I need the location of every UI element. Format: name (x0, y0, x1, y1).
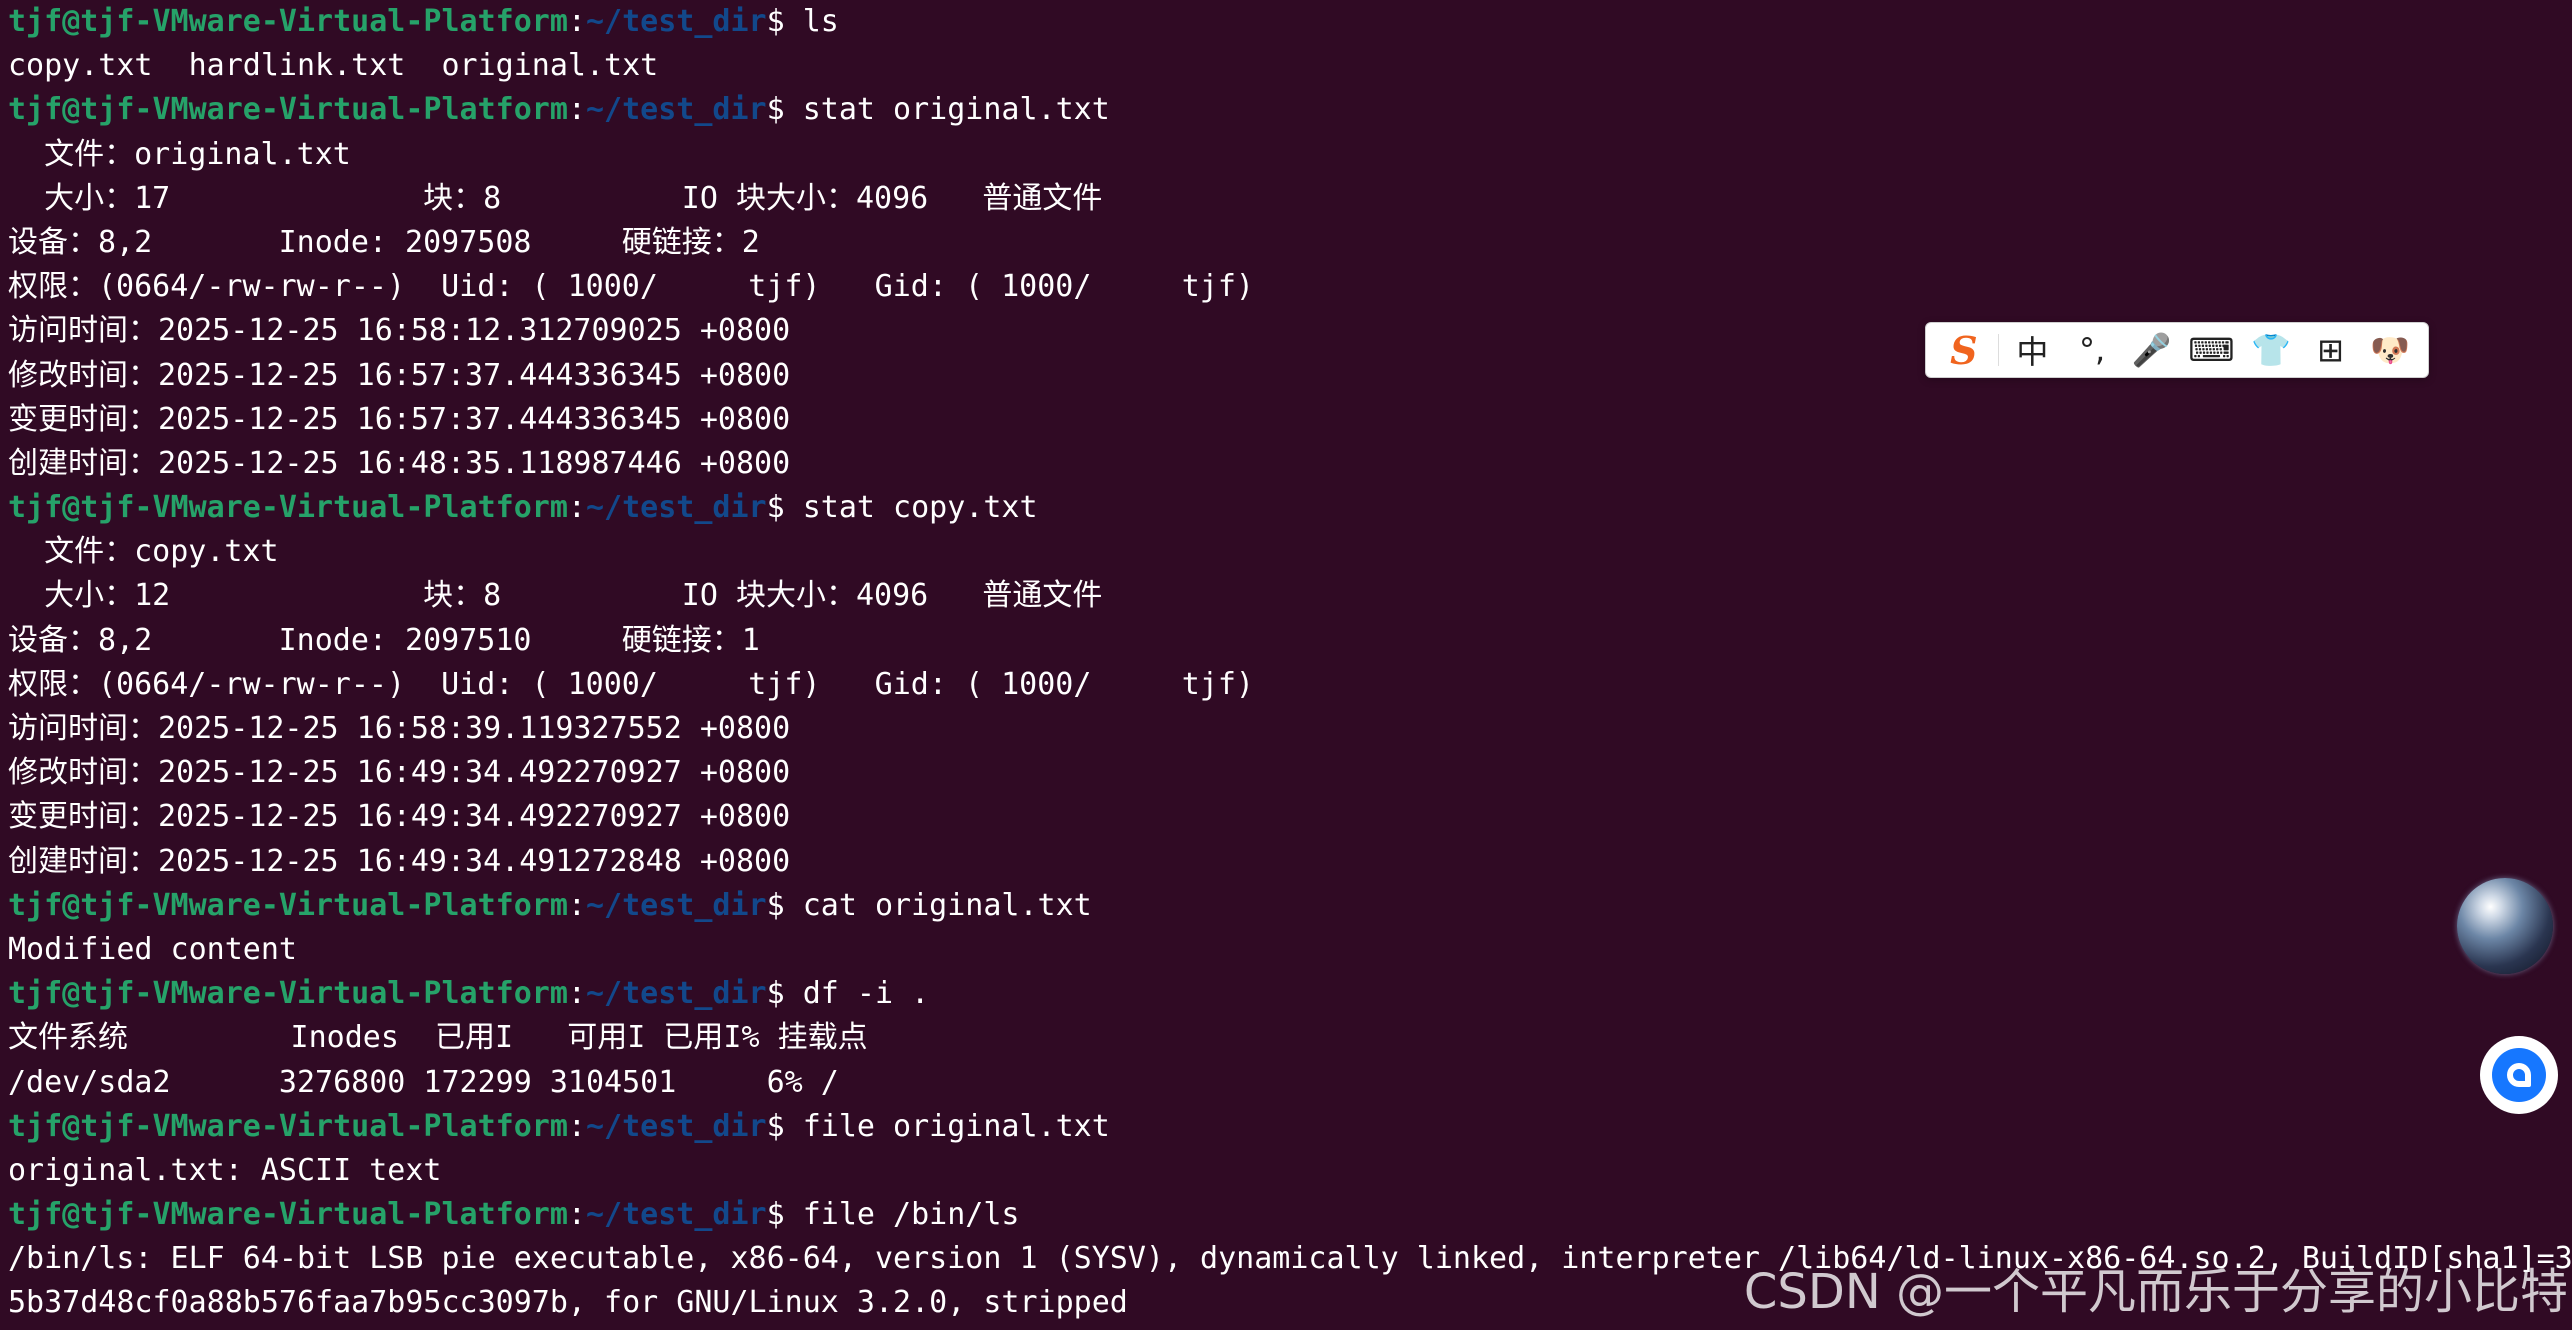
prompt-colon: : (567, 887, 586, 923)
avatar-mascot-icon[interactable]: 🐶 (2360, 325, 2420, 375)
prompt-user: tjf@tjf-VMware-Virtual-Platform (8, 887, 568, 923)
output-line: 变更时间：2025-12-25 16:57:37.444336345 +0800 (8, 401, 791, 437)
ime-toolbar: S 中 °, 🎤 ⌨ 👕 ⊞ 🐶 (1925, 322, 2429, 378)
prompt-path: ~/test_dir (585, 4, 767, 39)
toolbox-grid-icon[interactable]: ⊞ (2301, 325, 2361, 375)
output-line: Modified content (8, 931, 297, 967)
csdn-watermark: CSDN @一个平凡而乐于分享的小比特 (1743, 1264, 2568, 1320)
output-line: 修改时间：2025-12-25 16:49:34.492270927 +0800 (8, 755, 791, 791)
prompt-path: ~/test_dir (585, 490, 767, 526)
chinese-mode-button-glyph: 中 (2016, 333, 2049, 371)
prompt-colon: : (567, 976, 586, 1012)
prompt-user: tjf@tjf-VMware-Virtual-Platform (8, 4, 568, 39)
prompt-path: ~/test_dir (585, 1197, 767, 1233)
prompt-path: ~/test_dir (585, 1108, 767, 1144)
command-text: df -i . (802, 976, 930, 1012)
output-line: 文件系统 Inodes 已用I 可用I 已用I% 挂载点 (8, 1020, 868, 1056)
prompt-line: tjf@tjf-VMware-Virtual-Platform:~/test_d… (0, 88, 2572, 132)
chat-bubble-icon (2492, 1048, 2546, 1102)
keyboard-icon[interactable]: ⌨ (2181, 325, 2241, 375)
prompt-colon: : (567, 1108, 586, 1144)
prompt-dollar: $ (766, 490, 803, 526)
prompt-user: tjf@tjf-VMware-Virtual-Platform (8, 1108, 568, 1144)
output-line: 设备：8,2 Inode: 2097510 硬链接：1 (8, 622, 760, 658)
prompt-line: tjf@tjf-VMware-Virtual-Platform:~/test_d… (0, 884, 2572, 928)
output-line: 访问时间：2025-12-25 16:58:39.119327552 +0800 (8, 711, 791, 746)
prompt-user: tjf@tjf-VMware-Virtual-Platform (8, 92, 568, 128)
prompt-dollar: $ (766, 4, 803, 39)
prompt-path: ~/test_dir (585, 976, 767, 1012)
prompt-dollar: $ (766, 1108, 803, 1144)
prompt-colon: : (567, 4, 586, 39)
prompt-line: tjf@tjf-VMware-Virtual-Platform:~/test_d… (0, 972, 2572, 1016)
command-text: ls (802, 4, 839, 39)
prompt-line: tjf@tjf-VMware-Virtual-Platform:~/test_d… (0, 0, 2572, 44)
prompt-colon: : (567, 490, 586, 526)
command-text: file original.txt (802, 1108, 1110, 1144)
output-line: 文件：original.txt (8, 136, 351, 172)
prompt-dollar: $ (766, 976, 803, 1012)
prompt-user: tjf@tjf-VMware-Virtual-Platform (8, 1197, 568, 1233)
prompt-dollar: $ (766, 887, 803, 923)
sogou-logo-icon-glyph: S (1950, 327, 1978, 373)
command-text: stat original.txt (802, 92, 1110, 128)
output-line: 文件：copy.txt (8, 534, 279, 570)
prompt-dollar: $ (766, 92, 803, 128)
keyboard-icon-glyph: ⌨ (2188, 331, 2235, 369)
command-text: file /bin/ls (802, 1197, 1020, 1233)
prompt-colon: : (567, 1197, 586, 1233)
output-line: copy.txt hardlink.txt original.txt (8, 48, 659, 84)
prompt-user: tjf@tjf-VMware-Virtual-Platform (8, 976, 568, 1012)
punctuation-mode-icon-glyph: °, (2078, 331, 2106, 369)
skin-shirt-icon[interactable]: 👕 (2241, 325, 2301, 375)
sogou-logo-icon[interactable]: S (1934, 325, 1994, 375)
prompt-line: tjf@tjf-VMware-Virtual-Platform:~/test_d… (0, 1193, 2572, 1237)
microphone-icon[interactable]: 🎤 (2122, 325, 2182, 375)
output-line: 权限：(0664/-rw-rw-r--) Uid: ( 1000/ tjf) G… (8, 269, 1254, 305)
prompt-line: tjf@tjf-VMware-Virtual-Platform:~/test_d… (0, 486, 2572, 530)
output-line: 大小：12 块：8 IO 块大小：4096 普通文件 (8, 578, 1103, 614)
output-line: 创建时间：2025-12-25 16:48:35.118987446 +0800 (8, 445, 791, 481)
terminal-window[interactable]: tjf@tjf-VMware-Virtual-Platform:~/test_d… (0, 0, 2572, 1330)
output-line: 设备：8,2 Inode: 2097508 硬链接：2 (8, 224, 760, 260)
prompt-path: ~/test_dir (585, 887, 767, 923)
output-line: original.txt: ASCII text (8, 1152, 442, 1188)
prompt-user: tjf@tjf-VMware-Virtual-Platform (8, 490, 568, 526)
output-line: 大小：17 块：8 IO 块大小：4096 普通文件 (8, 180, 1103, 216)
prompt-colon: : (567, 92, 586, 128)
chinese-mode-button[interactable]: 中 (2003, 325, 2063, 375)
prompt-line: tjf@tjf-VMware-Virtual-Platform:~/test_d… (0, 1105, 2572, 1149)
floating-ball-icon[interactable] (2457, 878, 2553, 974)
microphone-icon-glyph: 🎤 (2131, 331, 2172, 369)
prompt-dollar: $ (766, 1197, 803, 1233)
toolbox-grid-icon-glyph: ⊞ (2317, 331, 2344, 369)
prompt-path: ~/test_dir (585, 92, 767, 128)
avatar-mascot-icon-glyph: 🐶 (2370, 331, 2411, 369)
assistant-chat-icon[interactable] (2480, 1036, 2558, 1114)
toolbar-divider (1997, 334, 1999, 366)
command-text: cat original.txt (802, 887, 1092, 923)
skin-shirt-icon-glyph: 👕 (2250, 331, 2291, 369)
output-line: 权限：(0664/-rw-rw-r--) Uid: ( 1000/ tjf) G… (8, 666, 1254, 702)
command-text: stat copy.txt (802, 490, 1038, 526)
punctuation-mode-icon[interactable]: °, (2062, 325, 2122, 375)
output-line: 创建时间：2025-12-25 16:49:34.491272848 +0800 (8, 843, 791, 879)
output-line: 变更时间：2025-12-25 16:49:34.492270927 +0800 (8, 799, 791, 835)
output-line: /dev/sda2 3276800 172299 3104501 6% / (8, 1064, 839, 1100)
